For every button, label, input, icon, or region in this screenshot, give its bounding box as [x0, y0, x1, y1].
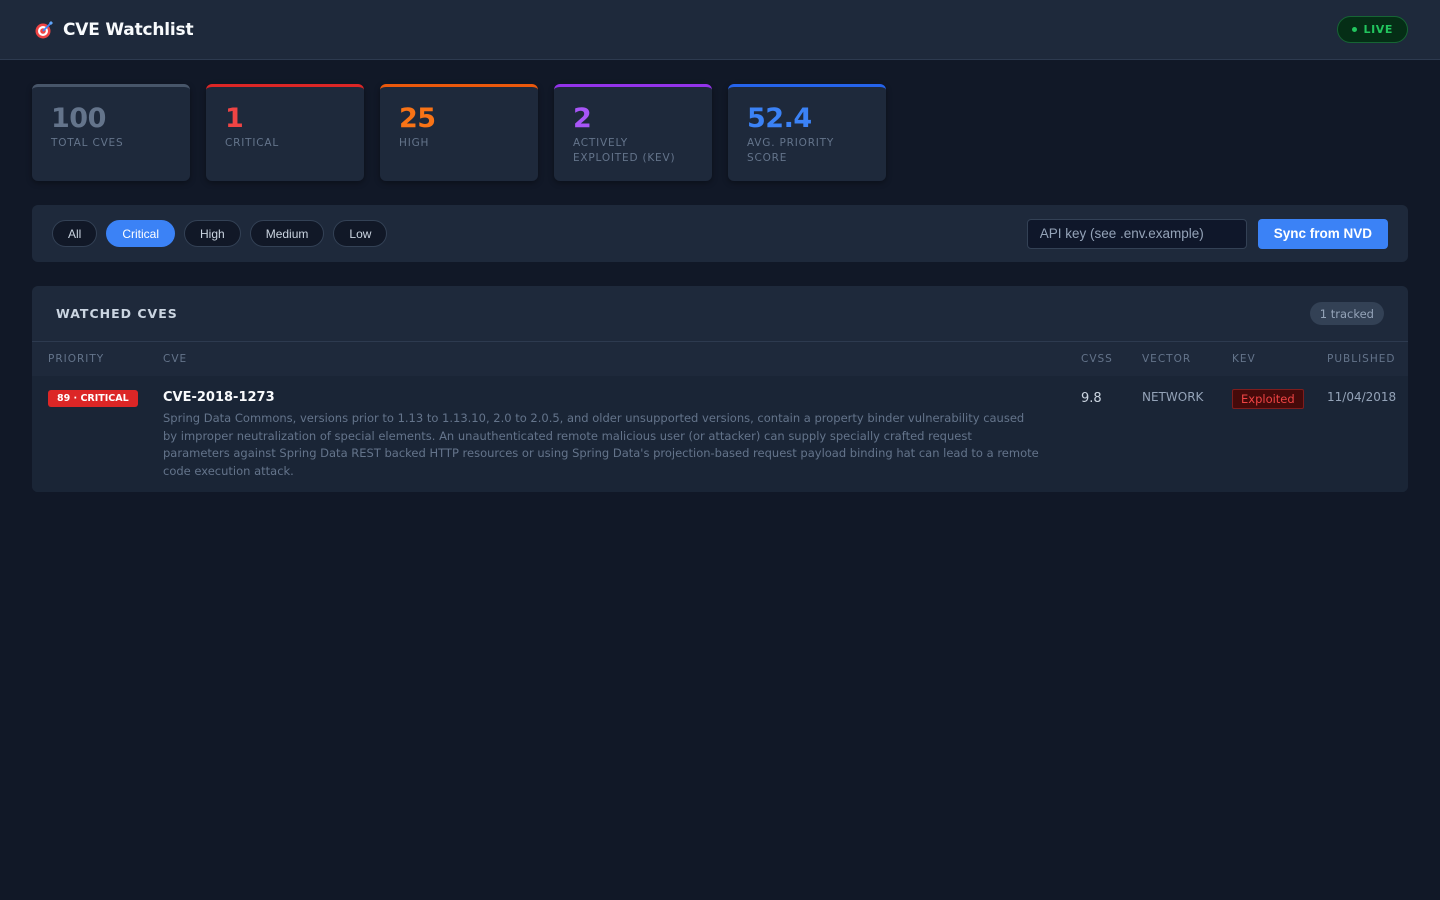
published-date: 11/04/2018: [1311, 376, 1408, 492]
live-status-badge: LIVE: [1337, 16, 1408, 43]
stat-value: 2: [573, 103, 592, 134]
filter-bar: All Critical High Medium Low Sync from N…: [32, 205, 1408, 262]
target-icon: [34, 20, 54, 40]
cve-description: Spring Data Commons, versions prior to 1…: [163, 411, 1039, 478]
column-header-cve[interactable]: CVE: [147, 342, 1065, 376]
tracked-count-badge: 1 tracked: [1309, 302, 1384, 325]
column-header-published[interactable]: PUBLISHED: [1311, 342, 1408, 376]
filter-low-button[interactable]: Low: [333, 220, 388, 247]
table-header-row: PRIORITY CVE CVSS VECTOR KEV PUBLISHED: [32, 342, 1408, 376]
priority-badge: 89 · CRITICAL: [48, 390, 138, 407]
filter-all-button[interactable]: All: [52, 220, 98, 247]
stat-card-high: 25 HIGH: [380, 84, 538, 181]
filter-high-button[interactable]: High: [184, 220, 241, 247]
attack-vector: NETWORK: [1126, 376, 1216, 492]
cve-table: PRIORITY CVE CVSS VECTOR KEV PUBLISHED 8…: [32, 342, 1408, 492]
stat-value: 100: [51, 103, 106, 134]
sync-nvd-button[interactable]: Sync from NVD: [1257, 218, 1388, 249]
stat-label: TOTAL CVES: [51, 137, 124, 149]
stat-label: HIGH: [399, 137, 430, 149]
watched-cves-panel: WATCHED CVES 1 tracked PRIORITY CVE CVSS…: [32, 286, 1408, 492]
stat-label: ACTIVELY EXPLOITED (KEV): [573, 137, 676, 164]
app-title: CVE Watchlist: [63, 19, 194, 40]
stat-label: AVG. PRIORITY SCORE: [747, 137, 835, 164]
panel-header: WATCHED CVES 1 tracked: [32, 286, 1408, 342]
stat-value: 25: [399, 103, 436, 134]
sync-actions: Sync from NVD: [1026, 218, 1388, 249]
filter-medium-button[interactable]: Medium: [249, 220, 325, 247]
brand: CVE Watchlist: [34, 19, 194, 40]
stats-row: 100 TOTAL CVES 1 CRITICAL 25 HIGH 2 ACTI…: [0, 60, 1440, 181]
stat-card-kev: 2 ACTIVELY EXPLOITED (KEV): [554, 84, 712, 181]
kev-exploited-badge: Exploited: [1232, 389, 1304, 409]
stat-value: 52.4: [747, 103, 812, 134]
table-row[interactable]: 89 · CRITICAL CVE-2018-1273 Spring Data …: [32, 376, 1408, 492]
stat-card-critical: 1 CRITICAL: [206, 84, 364, 181]
top-bar: CVE Watchlist LIVE: [0, 0, 1440, 60]
live-label: LIVE: [1363, 23, 1393, 36]
filter-critical-button[interactable]: Critical: [106, 220, 176, 247]
column-header-cvss[interactable]: CVSS: [1065, 342, 1126, 376]
cve-id-link[interactable]: CVE-2018-1273: [163, 390, 1041, 405]
column-header-kev[interactable]: KEV: [1216, 342, 1311, 376]
severity-filters: All Critical High Medium Low: [52, 220, 388, 247]
cvss-score: 9.8: [1065, 376, 1126, 492]
column-header-priority[interactable]: PRIORITY: [32, 342, 147, 376]
stat-card-total: 100 TOTAL CVES: [32, 84, 190, 181]
stat-card-avg-priority: 52.4 AVG. PRIORITY SCORE: [728, 84, 886, 181]
stat-label: CRITICAL: [225, 137, 279, 149]
stat-value: 1: [225, 103, 244, 134]
live-dot-icon: [1352, 27, 1358, 32]
column-header-vector[interactable]: VECTOR: [1126, 342, 1216, 376]
api-key-input[interactable]: [1026, 218, 1247, 249]
panel-title: WATCHED CVES: [56, 306, 178, 321]
